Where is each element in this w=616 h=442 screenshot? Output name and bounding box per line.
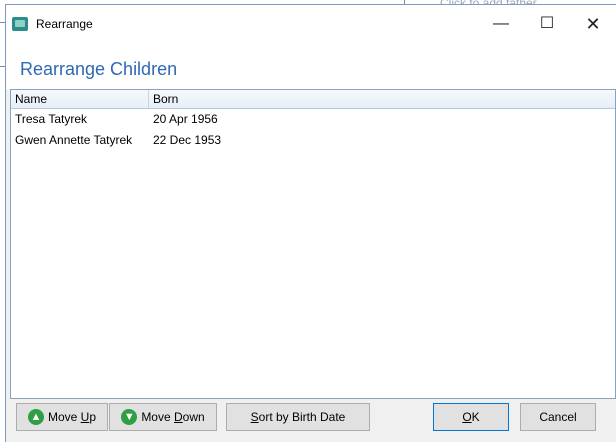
title-bar: Rearrange — ☐ ✕ (6, 5, 616, 43)
button-label: K (471, 410, 480, 424)
button-label: ort by Birth Date (258, 410, 346, 424)
button-accel: D (174, 410, 183, 424)
move-up-button[interactable]: ▲ Move Up (16, 403, 108, 431)
button-accel: O (462, 410, 472, 424)
ok-button[interactable]: OK (433, 403, 509, 431)
arrow-up-icon: ▲ (27, 408, 44, 425)
children-list[interactable]: Name Born Tresa Tatyrek 20 Apr 1956 Gwen… (10, 89, 616, 399)
child-born-date: 22 Dec 1953 (153, 133, 222, 147)
button-label: Move (141, 410, 174, 424)
heading-pane: Rearrange Children (6, 43, 616, 89)
list-item[interactable]: Gwen Annette Tatyrek 22 Dec 1953 (11, 130, 615, 150)
child-name: Tresa Tatyrek (15, 112, 88, 126)
list-item[interactable]: Tresa Tatyrek 20 Apr 1956 (11, 109, 615, 129)
list-header: Name Born (11, 90, 615, 109)
child-born-date: 20 Apr 1956 (153, 112, 218, 126)
rearrange-dialog: Rearrange — ☐ ✕ Rearrange Children Name … (5, 4, 616, 442)
button-label: p (89, 410, 97, 424)
page-title: Rearrange Children (20, 59, 178, 79)
app-tree-icon (12, 17, 28, 31)
button-label: Move (47, 410, 81, 424)
child-name: Gwen Annette Tatyrek (15, 133, 133, 147)
column-header-born[interactable]: Born (149, 90, 269, 108)
close-button[interactable]: ✕ (570, 9, 616, 39)
arrow-down-icon: ▼ (121, 408, 138, 425)
column-header-name[interactable]: Name (11, 90, 149, 108)
maximize-button[interactable]: ☐ (524, 9, 570, 39)
window-title: Rearrange (36, 17, 93, 31)
cancel-button[interactable]: Cancel (520, 403, 596, 431)
minimize-button[interactable]: — (478, 9, 524, 39)
sort-by-birth-date-button[interactable]: Sort by Birth Date (226, 403, 370, 431)
button-accel: S (250, 410, 259, 424)
button-label: Cancel (539, 410, 577, 424)
move-down-button[interactable]: ▼ Move Down (109, 403, 217, 431)
button-label: own (182, 410, 205, 424)
